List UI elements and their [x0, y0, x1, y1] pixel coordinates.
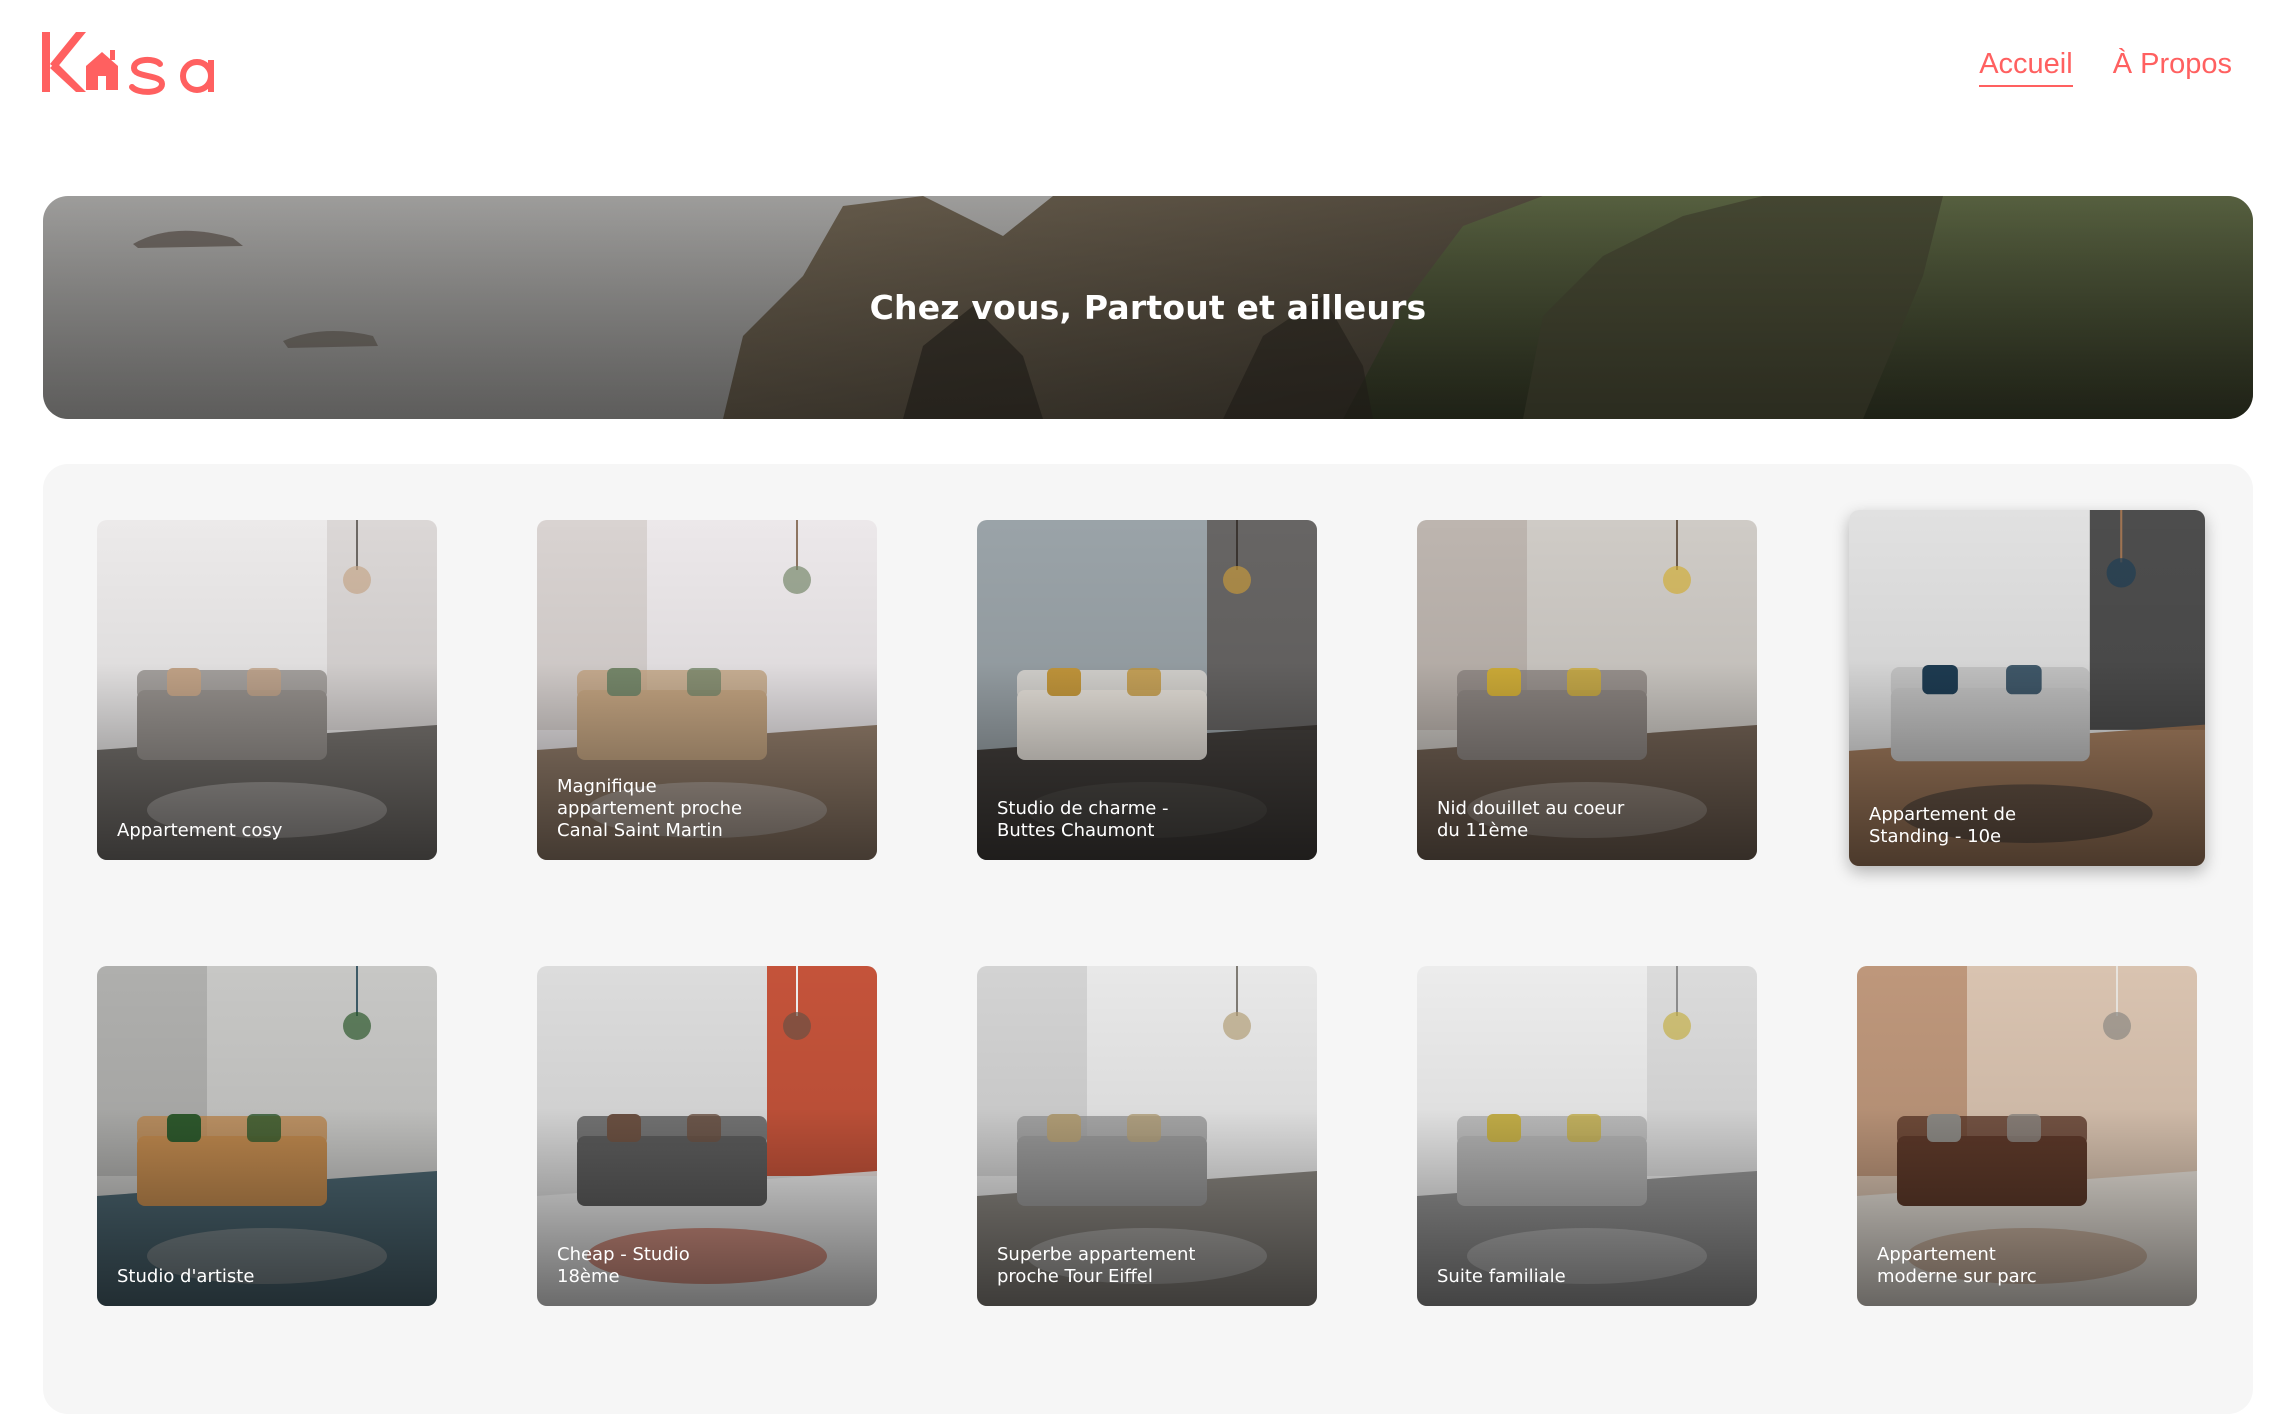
card-overlay [97, 520, 437, 860]
nav-link-about[interactable]: À Propos [2113, 48, 2232, 87]
listing-card[interactable]: Nid douillet au coeur du 11ème [1417, 520, 1757, 860]
banner-title: Chez vous, Partout et ailleurs [869, 288, 1427, 327]
listing-card[interactable]: Appartement cosy [97, 520, 437, 860]
listing-card[interactable]: Cheap - Studio 18ème [537, 966, 877, 1306]
listing-card[interactable]: Studio d'artiste [97, 966, 437, 1306]
listing-card[interactable]: Suite familiale [1417, 966, 1757, 1306]
kasa-logo[interactable] [42, 26, 262, 106]
listing-title: Suite familiale [1437, 1266, 1566, 1287]
listing-title: Appartement moderne sur parc [1877, 1244, 2037, 1287]
listing-title: Appartement cosy [117, 820, 283, 841]
listing-title: Magnifique appartement proche Canal Sain… [557, 776, 743, 841]
main-nav: Accueil À Propos [1979, 48, 2232, 87]
listing-title: Cheap - Studio 18ème [557, 1244, 690, 1287]
listing-card[interactable]: Appartement moderne sur parc [1857, 966, 2197, 1306]
nav-link-home[interactable]: Accueil [1979, 48, 2073, 87]
listing-title: Superbe appartement proche Tour Eiffel [997, 1244, 1196, 1287]
listing-title: Studio de charme - Buttes Chaumont [997, 798, 1169, 841]
listing-card[interactable]: Superbe appartement proche Tour Eiffel [977, 966, 1317, 1306]
card-overlay [97, 966, 437, 1306]
listing-card[interactable]: Studio de charme - Buttes Chaumont [977, 520, 1317, 860]
card-overlay [1417, 966, 1757, 1306]
hero-banner: Chez vous, Partout et ailleurs [43, 196, 2253, 419]
listing-card[interactable]: Magnifique appartement proche Canal Sain… [537, 520, 877, 860]
listing-title: Studio d'artiste [117, 1266, 255, 1287]
kasa-logo-mark [42, 32, 214, 95]
listing-title: Appartement de Standing - 10e [1869, 804, 2017, 847]
listing-title: Nid douillet au coeur du 11ème [1437, 798, 1625, 841]
page-header: Accueil À Propos [0, 0, 2292, 130]
listing-card[interactable]: Appartement de Standing - 10e [1849, 510, 2205, 866]
listings-gallery: Appartement cosy Magnifique appartement … [43, 464, 2253, 1414]
